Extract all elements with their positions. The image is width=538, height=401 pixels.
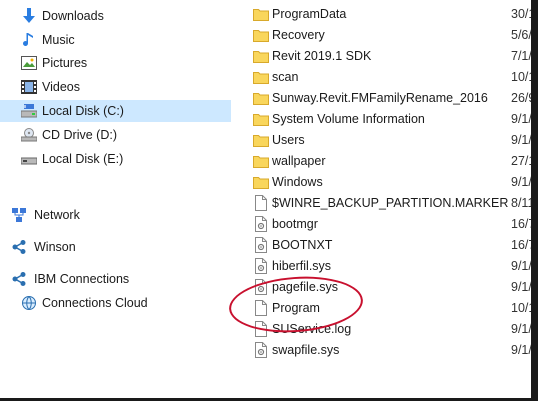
file-icon: [253, 195, 269, 211]
share-icon: [11, 239, 27, 255]
file-date: 16/7: [511, 238, 531, 252]
file-name: hiberfil.sys: [272, 259, 332, 273]
file-name: ProgramData: [272, 7, 347, 21]
file-list-item[interactable]: BOOTNXT 16/7: [231, 235, 531, 256]
nav-item-label: Network: [34, 208, 80, 222]
music-icon: [21, 32, 37, 48]
system-file-icon: [253, 237, 269, 253]
system-file-icon: [253, 216, 269, 232]
file-name: $WINRE_BACKUP_PARTITION.MARKER: [272, 196, 509, 210]
window-border: [531, 0, 538, 401]
file-date: 9/1/: [511, 343, 531, 357]
file-name: Sunway.Revit.FMFamilyRename_2016: [272, 91, 488, 105]
cloud-globe-icon: [21, 295, 37, 311]
nav-item-label: Winson: [34, 240, 76, 254]
navigation-pane: Downloads Music Pictures Videos Local Di…: [0, 0, 231, 401]
file-date: 26/9: [511, 91, 531, 105]
nav-item-label: Pictures: [42, 56, 88, 70]
file-name: bootmgr: [272, 217, 318, 231]
file-list-item[interactable]: bootmgr 16/7: [231, 214, 531, 235]
system-file-icon: [253, 258, 269, 274]
file-list-item[interactable]: Windows 9/1/: [231, 172, 531, 193]
file-date: 8/11: [511, 196, 531, 210]
nav-item-ibm-connections[interactable]: IBM Connections: [0, 268, 231, 290]
file-name: swapfile.sys: [272, 343, 340, 357]
nav-item-winson[interactable]: Winson: [0, 236, 231, 258]
nav-item-local-disk-c[interactable]: Local Disk (C:): [0, 100, 231, 122]
folder-icon: [253, 27, 269, 43]
nav-item-label: Music: [42, 33, 75, 47]
file-name: Users: [272, 133, 305, 147]
folder-icon: [253, 111, 269, 127]
file-list-item[interactable]: Sunway.Revit.FMFamilyRename_2016 26/9: [231, 88, 531, 109]
file-name: wallpaper: [272, 154, 326, 168]
file-list-item[interactable]: System Volume Information 9/1/: [231, 109, 531, 130]
file-date: 10/1: [511, 301, 531, 315]
file-list-item[interactable]: $WINRE_BACKUP_PARTITION.MARKER 8/11: [231, 193, 531, 214]
nav-item-network[interactable]: Network: [0, 204, 231, 226]
file-date: 16/7: [511, 217, 531, 231]
file-name: Revit 2019.1 SDK: [272, 49, 372, 63]
removable-disk-icon: [21, 151, 37, 167]
file-date: 9/1/: [511, 112, 531, 126]
file-date: 30/1: [511, 7, 531, 21]
file-name: scan: [272, 70, 299, 84]
file-name: Recovery: [272, 28, 325, 42]
file-date: 7/1/2: [511, 49, 531, 63]
file-list-item[interactable]: hiberfil.sys 9/1/: [231, 256, 531, 277]
local-disk-icon: [21, 103, 37, 119]
file-list-item[interactable]: Revit 2019.1 SDK 7/1/2: [231, 46, 531, 67]
system-file-icon: [253, 342, 269, 358]
folder-icon: [253, 48, 269, 64]
file-date: 5/6/2: [511, 28, 531, 42]
folder-icon: [253, 6, 269, 22]
nav-item-label: Local Disk (E:): [42, 152, 124, 166]
file-name: System Volume Information: [272, 112, 425, 126]
file-list-item[interactable]: scan 10/1: [231, 67, 531, 88]
file-date: 9/1/: [511, 133, 531, 147]
pictures-icon: [21, 55, 37, 71]
folder-icon: [253, 132, 269, 148]
nav-item-connections-cloud[interactable]: Connections Cloud: [0, 292, 231, 314]
file-date: 9/1/: [511, 259, 531, 273]
folder-icon: [253, 69, 269, 85]
file-list-item[interactable]: ProgramData 30/1: [231, 4, 531, 25]
share-icon: [11, 271, 27, 287]
nav-item-pictures[interactable]: Pictures: [0, 52, 231, 74]
file-list-item[interactable]: Users 9/1/: [231, 130, 531, 151]
file-list-item[interactable]: Recovery 5/6/2: [231, 25, 531, 46]
network-icon: [11, 207, 27, 223]
nav-item-videos[interactable]: Videos: [0, 76, 231, 98]
nav-item-local-disk-e[interactable]: Local Disk (E:): [0, 148, 231, 170]
file-date: 9/1/: [511, 175, 531, 189]
file-date: 10/1: [511, 70, 531, 84]
file-date: 27/1: [511, 154, 531, 168]
nav-item-label: Connections Cloud: [42, 296, 148, 310]
file-date: 9/1/: [511, 280, 531, 294]
nav-item-label: Downloads: [42, 9, 104, 23]
nav-item-label: IBM Connections: [34, 272, 130, 286]
cd-drive-icon: [21, 127, 37, 143]
file-list: ProgramData 30/1 Recovery 5/6/2 Revit 2019.1…: [231, 0, 531, 401]
folder-icon: [253, 153, 269, 169]
videos-icon: [21, 79, 37, 95]
nav-item-label: Videos: [42, 80, 80, 94]
file-name: BOOTNXT: [272, 238, 333, 252]
file-date: 9/1/: [511, 322, 531, 336]
nav-item-music[interactable]: Music: [0, 29, 231, 51]
downloads-icon: [21, 8, 37, 24]
file-list-item[interactable]: swapfile.sys 9/1/: [231, 340, 531, 361]
nav-item-label: Local Disk (C:): [42, 104, 124, 118]
nav-item-label: CD Drive (D:): [42, 128, 117, 142]
file-name: Windows: [272, 175, 323, 189]
file-list-item[interactable]: wallpaper 27/1: [231, 151, 531, 172]
nav-item-downloads[interactable]: Downloads: [0, 5, 231, 27]
folder-icon: [253, 90, 269, 106]
folder-icon: [253, 174, 269, 190]
nav-item-cd-drive-d[interactable]: CD Drive (D:): [0, 124, 231, 146]
